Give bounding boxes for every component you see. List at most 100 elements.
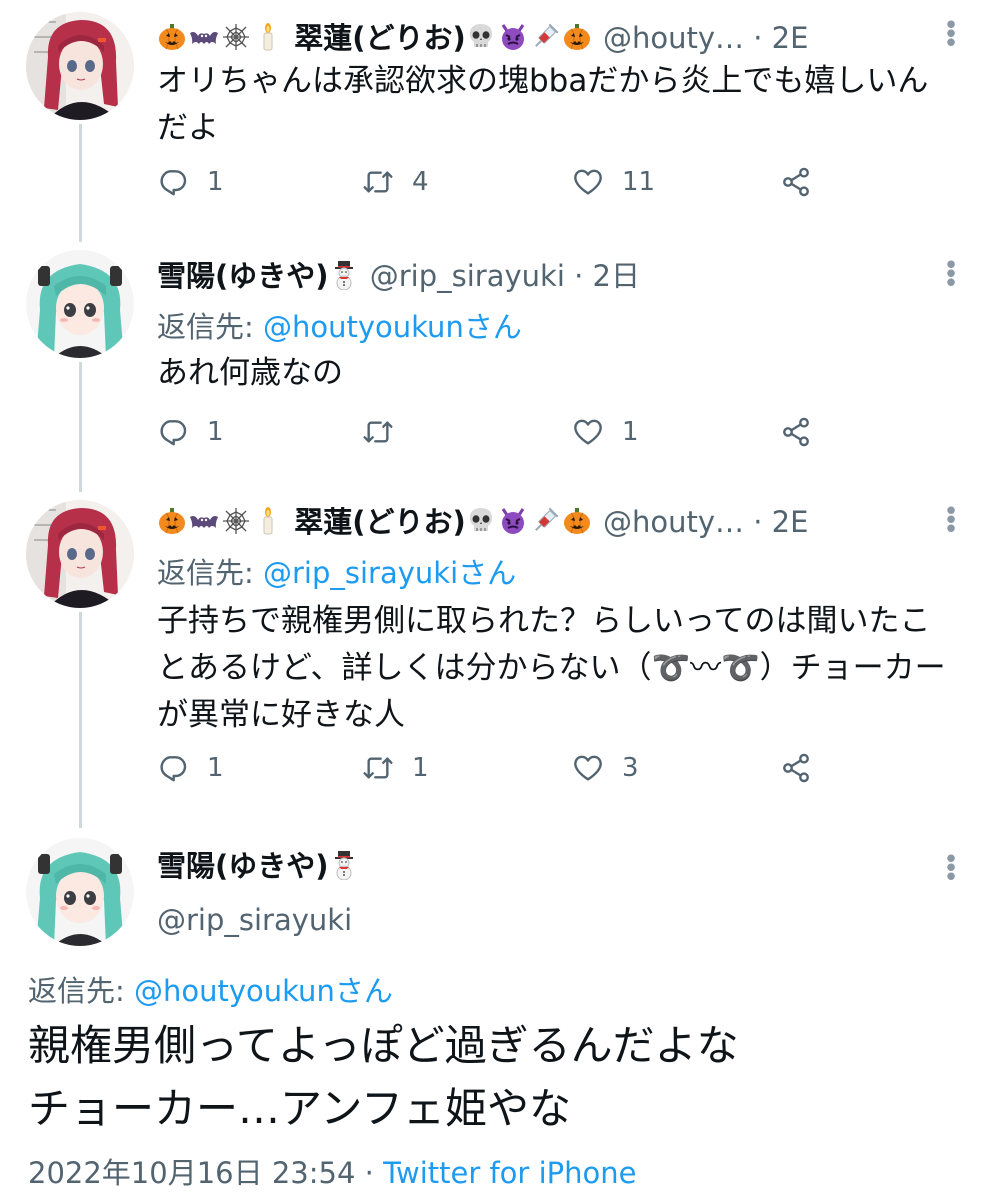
tweet-actions: 1 1 3 (157, 752, 837, 792)
spiderweb-icon (221, 506, 251, 536)
pumpkin-icon (157, 506, 187, 536)
more-icon[interactable]: • • • (941, 499, 961, 543)
reply-to-line: 返信先: @rip_sirayukiさん (157, 550, 516, 592)
like-count: 3 (622, 753, 639, 783)
reply-icon (157, 752, 189, 784)
separator-dot: · (574, 259, 593, 293)
separator-dot: · (753, 505, 772, 539)
share-icon (780, 752, 812, 784)
separator-dot: · (753, 21, 772, 55)
avatar[interactable] (26, 250, 134, 358)
tweet-actions: 1 1 (157, 416, 837, 456)
tweet[interactable]: 翠蓮(どりお) @houty… · 2E • • • オリちゃんは承認欲求の塊bba… (0, 0, 989, 230)
reply-to-label: 返信先: (157, 310, 254, 344)
syringe-icon (530, 22, 560, 52)
timestamp[interactable]: 2日 (593, 259, 640, 293)
avatar[interactable] (26, 500, 134, 608)
share-button[interactable] (780, 416, 830, 448)
user-handle[interactable]: @houty… (603, 505, 744, 539)
reply-to-label: 返信先: (28, 974, 125, 1008)
tweet[interactable]: 翠蓮(どりお) @houty… · 2E • • • 返信先: @rip_siray… (0, 490, 989, 820)
snowman-icon (329, 850, 359, 880)
reply-to-link[interactable]: @rip_sirayukiさん (263, 556, 516, 590)
tweet-header: 雪陽(ゆきや) @rip_sirayuki · 2日 (157, 256, 640, 296)
bat-icon (189, 506, 219, 536)
tweet-text: オリちゃんは承認欲求の塊bbaだから炎上でも嬉しいんだよ (157, 63, 929, 146)
skull-icon (466, 506, 496, 536)
reply-count: 1 (207, 167, 224, 197)
user-handle[interactable]: @rip_sirayuki (370, 259, 565, 293)
share-icon (780, 416, 812, 448)
more-icon[interactable]: • • • (941, 847, 961, 891)
timestamp[interactable]: 2E (772, 21, 809, 55)
reply-button[interactable]: 1 (157, 416, 224, 448)
spiderweb-icon (221, 22, 251, 52)
reply-to-link[interactable]: @houtyoukunさん (263, 310, 522, 344)
tweet-header: 翠蓮(どりお) @houty… · 2E (157, 502, 808, 542)
reply-icon (157, 416, 189, 448)
tweet-text-line: 親権男側ってよっぽど過ぎるんだよな (28, 1021, 739, 1070)
tweet-text: 子持ちで親権男側に取られた？らしいってのは聞いたことあるけど、詳しくは分からない… (157, 603, 946, 733)
syringe-icon (530, 506, 560, 536)
avatar[interactable] (26, 838, 134, 946)
like-button[interactable]: 11 (572, 166, 655, 198)
reply-to-link[interactable]: @houtyoukunさん (134, 974, 393, 1008)
pumpkin-icon (157, 22, 187, 52)
tweet-meta: 2022年10月16日 23:54 · Twitter for iPhone (28, 1150, 636, 1192)
devil-icon (498, 22, 528, 52)
retweet-icon (362, 752, 394, 784)
like-icon (572, 166, 604, 198)
candle-icon (253, 22, 283, 52)
tweet-header: 翠蓮(どりお) @houty… · 2E (157, 18, 808, 58)
retweet-icon (362, 166, 394, 198)
reply-to-line: 返信先: @houtyoukunさん (157, 304, 522, 346)
user-handle[interactable]: @rip_sirayuki (157, 903, 352, 937)
more-icon[interactable]: • • • (941, 13, 961, 57)
pumpkin-icon (562, 506, 592, 536)
reply-count: 1 (207, 417, 224, 447)
like-count: 1 (622, 417, 639, 447)
retweet-count: 4 (412, 167, 429, 197)
avatar[interactable] (26, 12, 134, 120)
more-icon[interactable]: • • • (941, 253, 961, 297)
share-button[interactable] (780, 166, 830, 198)
tweet-text-line: チョーカー…アンフェ姫やな (28, 1084, 572, 1133)
like-button[interactable]: 3 (572, 752, 639, 784)
candle-icon (253, 506, 283, 536)
tweet-header: 雪陽(ゆきや) (157, 846, 361, 886)
retweet-button[interactable]: 4 (362, 166, 429, 198)
user-handle-row: @rip_sirayuki (157, 900, 352, 940)
reply-to-line: 返信先: @houtyoukunさん (28, 968, 393, 1010)
display-name[interactable]: 雪陽(ゆきや) (157, 849, 329, 883)
tweet[interactable]: 雪陽(ゆきや) @rip_sirayuki · 2日 • • • 返信先: @hou… (0, 240, 989, 480)
user-handle[interactable]: @houty… (603, 21, 744, 55)
separator-dot: · (364, 1156, 374, 1190)
tweet-datetime[interactable]: 2022年10月16日 23:54 (28, 1156, 355, 1190)
devil-icon (498, 506, 528, 536)
reply-to-label: 返信先: (157, 556, 254, 590)
reply-button[interactable]: 1 (157, 166, 224, 198)
retweet-button[interactable]: 1 (362, 752, 429, 784)
like-icon (572, 752, 604, 784)
reply-count: 1 (207, 753, 224, 783)
share-icon (780, 166, 812, 198)
display-name[interactable]: 翠蓮(どりお) (294, 505, 466, 539)
retweet-button[interactable] (362, 416, 412, 448)
timestamp[interactable]: 2E (772, 505, 809, 539)
bat-icon (189, 22, 219, 52)
tweet-text: 親権男側ってよっぽど過ぎるんだよな チョーカー…アンフェ姫やな (28, 1014, 968, 1140)
like-button[interactable]: 1 (572, 416, 639, 448)
snowman-icon (329, 260, 359, 290)
like-count: 11 (622, 167, 656, 197)
tweet-source[interactable]: Twitter for iPhone (383, 1156, 636, 1190)
reply-button[interactable]: 1 (157, 752, 224, 784)
reply-icon (157, 166, 189, 198)
skull-icon (466, 22, 496, 52)
like-icon (572, 416, 604, 448)
retweet-count: 1 (412, 753, 429, 783)
display-name[interactable]: 翠蓮(どりお) (294, 21, 466, 55)
display-name[interactable]: 雪陽(ゆきや) (157, 259, 329, 293)
share-button[interactable] (780, 752, 830, 784)
pumpkin-icon (562, 22, 592, 52)
tweet-text: あれ何歳なの (157, 355, 343, 391)
